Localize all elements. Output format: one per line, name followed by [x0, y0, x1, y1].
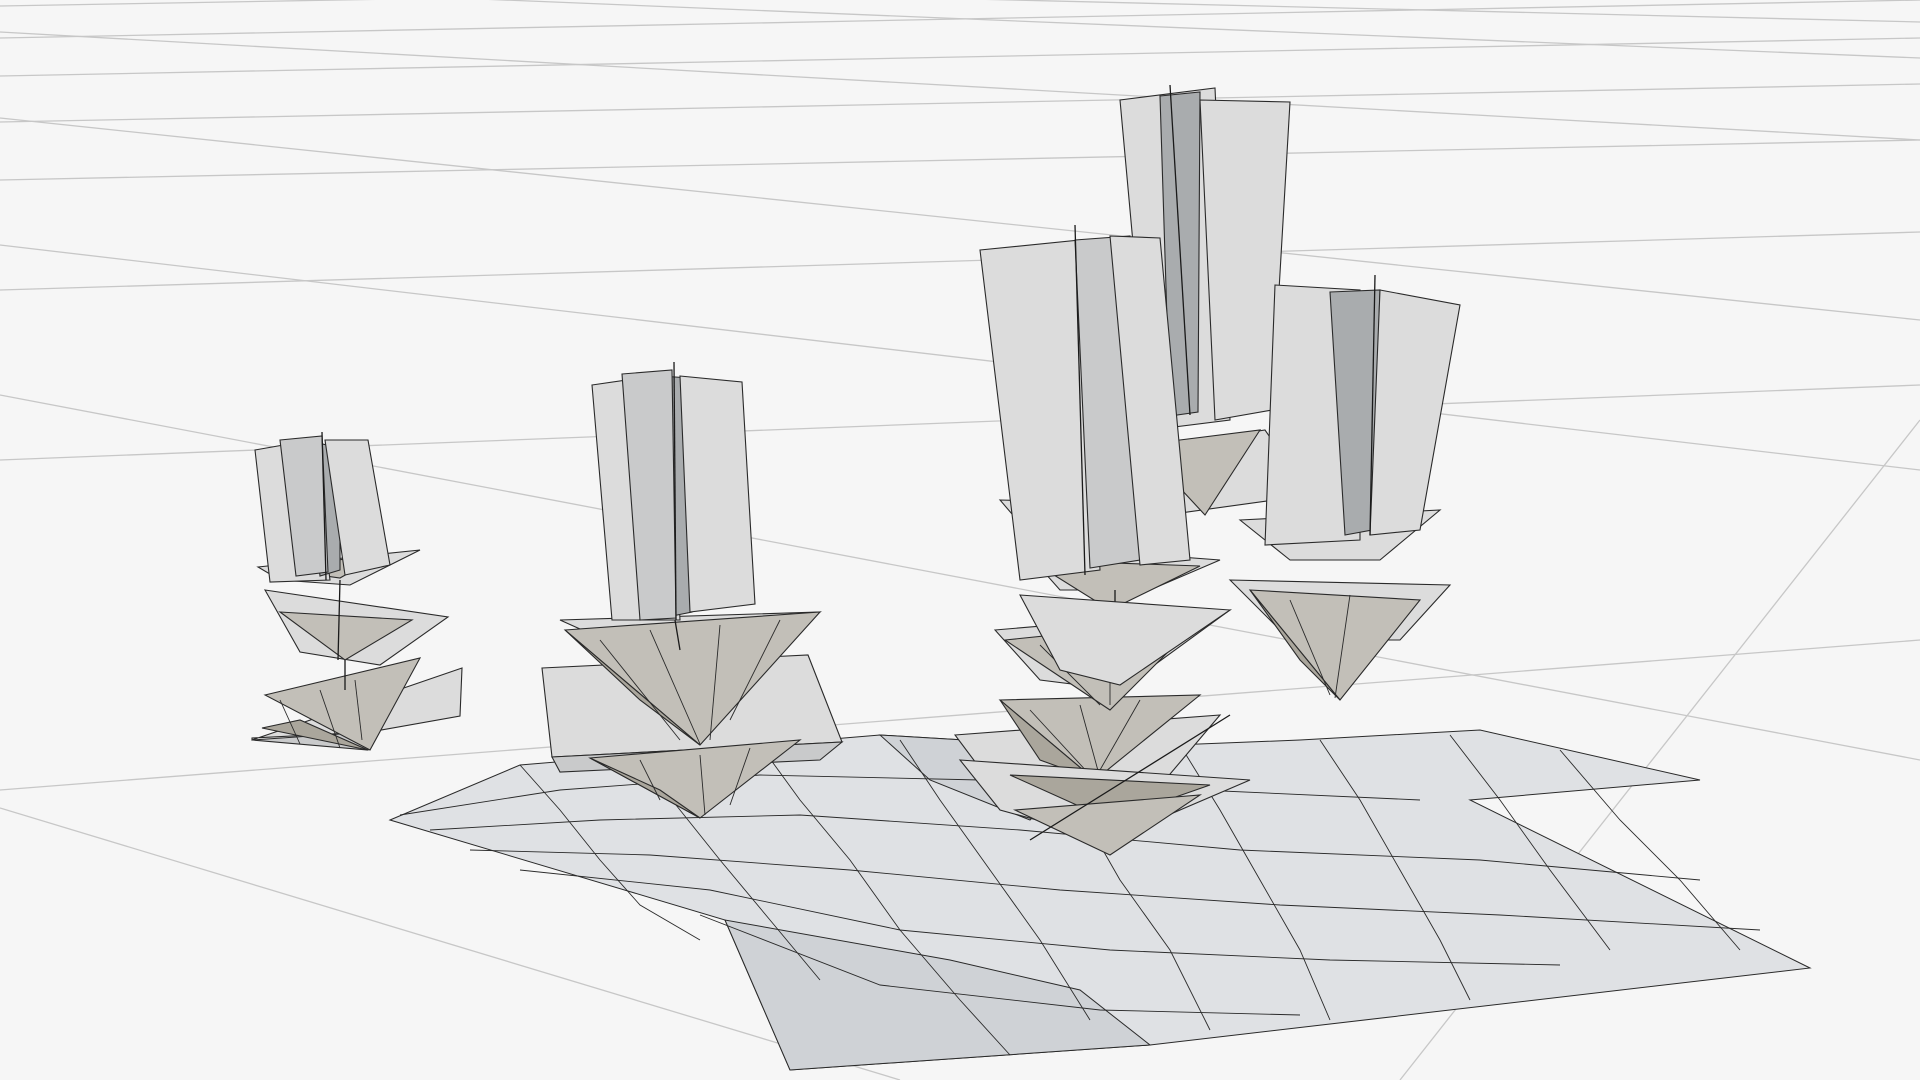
- plant-model-1[interactable]: [251, 431, 463, 751]
- plant-model-2[interactable]: [541, 361, 844, 819]
- scene-canvas[interactable]: [0, 0, 1920, 1080]
- 3d-viewport[interactable]: [0, 0, 1920, 1080]
